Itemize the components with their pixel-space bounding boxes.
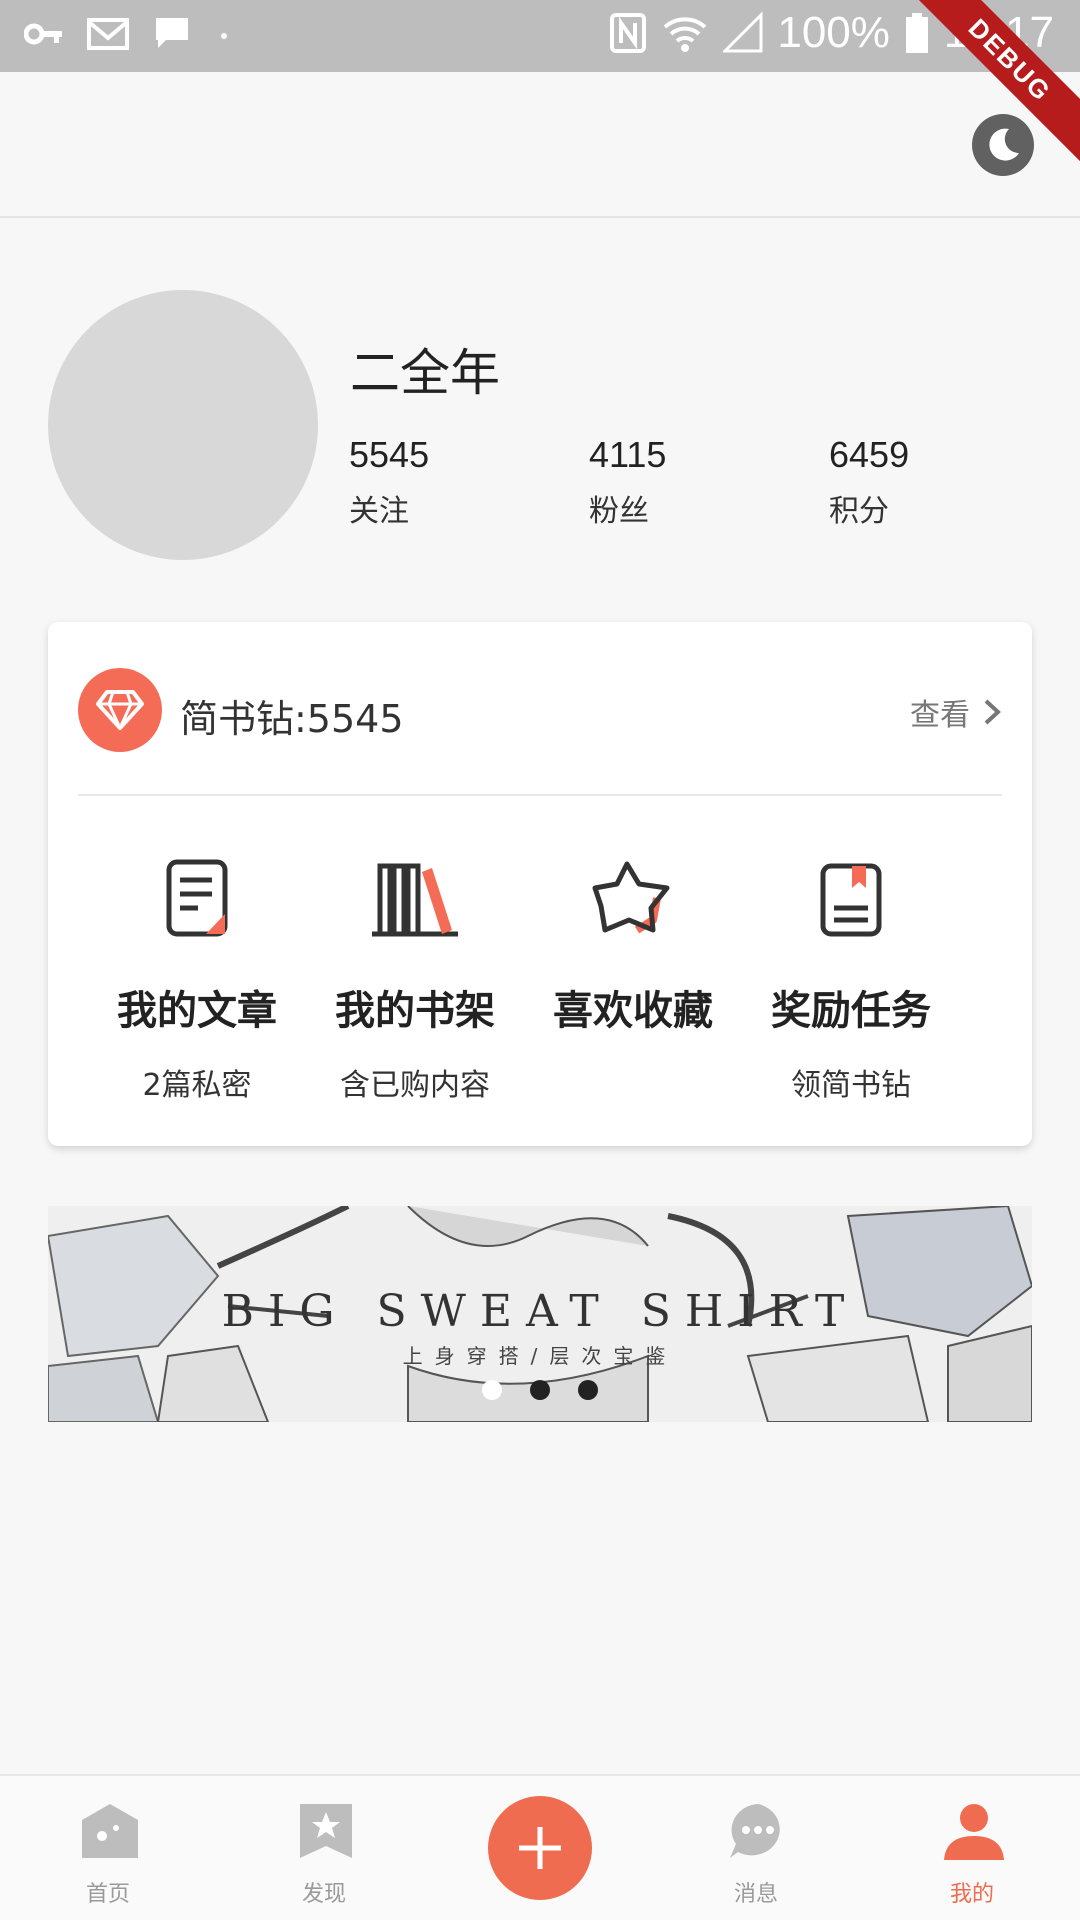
mail-icon	[87, 18, 129, 50]
view-label: 查看	[910, 698, 970, 733]
bookshelf-icon	[372, 863, 458, 937]
diamond-badge	[78, 668, 162, 752]
banner-headline: BIG SWEAT SHIRT	[221, 1286, 859, 1337]
message-icon	[730, 1804, 780, 1858]
nav-label: 首页	[85, 1882, 130, 1907]
signal-icon	[723, 11, 763, 53]
key-icon	[24, 23, 62, 45]
night-mode-button[interactable]	[972, 114, 1034, 176]
chat-icon	[156, 18, 188, 48]
plus-icon	[519, 1827, 561, 1869]
wifi-icon	[664, 17, 707, 52]
feature-subtitle: 含已购内容	[340, 1068, 490, 1103]
nav-label: 发现	[301, 1882, 346, 1907]
stat-following[interactable]: 5545 关注	[349, 434, 589, 530]
stat-value: 5545	[349, 434, 430, 475]
diamond-balance: 简书钻:5545	[180, 697, 404, 741]
feature-title: 我的书架	[335, 988, 495, 1034]
nav-messages[interactable]: 消息	[648, 1776, 864, 1920]
carousel-dot-active[interactable]	[482, 1380, 502, 1400]
stat-value: 6459	[829, 434, 910, 475]
feature-subtitle: 领简书钻	[791, 1068, 911, 1103]
feature-favorites[interactable]: 喜欢收藏	[524, 842, 742, 1096]
nav-home[interactable]: 首页	[0, 1776, 216, 1920]
feature-subtitle: 2篇私密	[142, 1068, 252, 1103]
nav-discover[interactable]: 发现	[216, 1776, 432, 1920]
profile-card: 简书钻:5545 查看 我的文章 2篇私密 我的书架 含已购内容 喜欢收藏 奖励…	[48, 622, 1032, 1146]
feature-title: 奖励任务	[771, 988, 931, 1034]
divider	[78, 794, 1002, 796]
chevron-right-icon	[984, 699, 1001, 725]
status-bar: 100% 15:17	[0, 0, 1080, 72]
bottom-nav: 首页 发现 消息 我的	[0, 1774, 1080, 1920]
add-post-button[interactable]	[488, 1796, 592, 1900]
battery-icon	[905, 13, 928, 53]
username[interactable]: 二全年	[350, 333, 500, 405]
feature-reward-tasks[interactable]: 奖励任务 领简书钻	[742, 842, 960, 1103]
feature-my-articles[interactable]: 我的文章 2篇私密	[88, 842, 306, 1103]
stat-label: 粉丝	[589, 494, 649, 529]
app-bar	[0, 72, 1080, 218]
profile-stats: 5545 关注 4115 粉丝 6459 积分	[349, 434, 1069, 530]
star-icon	[592, 861, 670, 934]
notification-icons	[24, 14, 234, 54]
carousel-indicator	[48, 1380, 1032, 1400]
discover-icon	[300, 1804, 352, 1858]
feature-title: 我的文章	[117, 988, 277, 1034]
view-diamond-link[interactable]: 查看	[910, 690, 1002, 734]
carousel-dot[interactable]	[578, 1380, 598, 1400]
avatar[interactable]	[48, 290, 318, 560]
nav-profile[interactable]: 我的	[864, 1776, 1080, 1920]
feature-my-bookshelf[interactable]: 我的书架 含已购内容	[306, 842, 524, 1103]
battery-level: 100%	[777, 8, 890, 57]
stat-value: 4115	[589, 434, 667, 475]
article-icon	[166, 859, 228, 937]
banner-subline: 上身穿搭/层次宝鉴	[402, 1344, 678, 1368]
feature-grid: 我的文章 2篇私密 我的书架 含已购内容 喜欢收藏 奖励任务 领简书钻	[88, 842, 992, 1103]
feature-title: 喜欢收藏	[553, 988, 713, 1034]
carousel-dot[interactable]	[530, 1380, 550, 1400]
nav-label: 消息	[733, 1882, 778, 1907]
feature-subtitle	[524, 1060, 742, 1096]
stat-label: 积分	[829, 494, 889, 529]
home-icon	[82, 1804, 138, 1858]
stat-label: 关注	[349, 494, 409, 529]
stat-points[interactable]: 6459 积分	[829, 434, 1069, 530]
bookmark-book-icon	[820, 863, 882, 937]
moon-icon	[989, 128, 1019, 161]
nfc-icon	[610, 13, 647, 53]
stat-followers[interactable]: 4115 粉丝	[589, 434, 829, 530]
dot-icon	[221, 33, 227, 39]
nav-label: 我的	[949, 1882, 994, 1907]
profile-icon	[944, 1804, 1004, 1860]
promo-banner[interactable]: BIG SWEAT SHIRT 上身穿搭/层次宝鉴	[48, 1206, 1032, 1422]
diamond-icon	[96, 690, 144, 730]
